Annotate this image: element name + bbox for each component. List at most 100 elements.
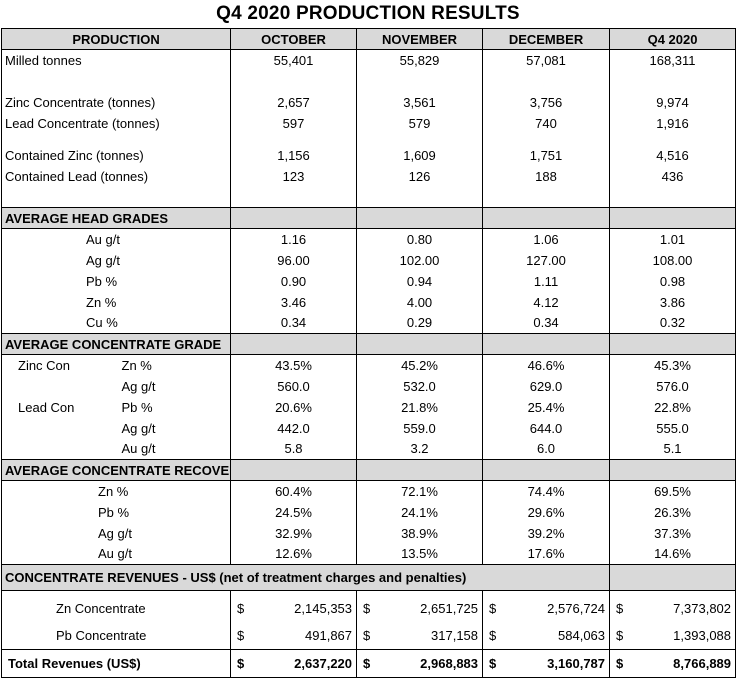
section-header: AVERAGE CONCENTRATE GRADE — [0, 333, 736, 355]
money-value: $1,393,088 — [616, 628, 731, 643]
table-row: Contained Lead (tonnes) 123 126 188 436 — [0, 165, 736, 187]
value-cell: $2,637,220 — [230, 649, 357, 678]
value-cell: 1.16 — [230, 228, 357, 250]
table-cell — [1, 438, 116, 460]
value-cell: 37.3% — [609, 522, 736, 544]
column-header: PRODUCTION — [0, 28, 231, 50]
column-header: Q4 2020 — [609, 28, 736, 50]
table-cell — [609, 333, 736, 355]
value-cell: 3,561 — [356, 91, 483, 113]
value-cell: 74.4% — [482, 480, 610, 502]
table-cell — [356, 186, 483, 208]
table-row: Pb Concentrate $491,867 $317,158 $584,063 $1… — [0, 621, 736, 649]
value-cell: 3.2 — [356, 438, 483, 460]
value-cell: 45.3% — [609, 354, 736, 376]
amount: 2,968,883 — [420, 656, 479, 671]
value-cell: 69.5% — [609, 480, 736, 502]
table-cell — [609, 186, 736, 208]
amount: 3,160,787 — [547, 656, 606, 671]
table-row: Ag g/t 96.00 102.00 127.00 108.00 — [0, 249, 736, 271]
value-cell: 55,401 — [230, 49, 357, 71]
table-cell — [356, 70, 483, 92]
row-label: Contained Lead (tonnes) — [0, 165, 231, 187]
row-label: Au g/t — [0, 228, 231, 250]
value-cell: 559.0 — [356, 417, 483, 439]
row-label: Milled tonnes — [0, 49, 231, 71]
table-cell — [482, 133, 610, 145]
row-label: Pb % — [0, 501, 231, 523]
value-cell: 21.8% — [356, 396, 483, 418]
value-cell: 38.9% — [356, 522, 483, 544]
money-value: $2,576,724 — [489, 601, 605, 616]
value-cell: 0.94 — [356, 270, 483, 292]
table-cell — [482, 70, 610, 92]
value-cell: $8,766,889 — [609, 649, 736, 678]
value-cell: 72.1% — [356, 480, 483, 502]
money-value: $491,867 — [237, 628, 352, 643]
value-cell: 126 — [356, 165, 483, 187]
table-row: Lead Concentrate (tonnes) 597 579 740 1,916 — [0, 112, 736, 134]
table-cell — [356, 207, 483, 229]
amount: 8,766,889 — [673, 656, 732, 671]
value-cell: 4.12 — [482, 291, 610, 313]
value-cell: 4.00 — [356, 291, 483, 313]
value-cell: 629.0 — [482, 375, 610, 397]
value-cell: 579 — [356, 112, 483, 134]
table-row: Pb % 24.5% 24.1% 29.6% 26.3% — [0, 501, 736, 523]
section-header: AVERAGE HEAD GRADES — [0, 207, 736, 229]
value-cell: 22.8% — [609, 396, 736, 418]
value-cell: 1.06 — [482, 228, 610, 250]
currency-symbol: $ — [489, 600, 497, 616]
row-label: Zn Concentrate — [0, 594, 231, 622]
value-cell: $2,651,725 — [356, 594, 483, 622]
table-cell — [482, 564, 610, 591]
table-cell — [0, 70, 231, 92]
money-value: $7,373,802 — [616, 601, 731, 616]
currency-symbol: $ — [237, 600, 245, 616]
column-header: OCTOBER — [230, 28, 357, 50]
value-cell: 168,311 — [609, 49, 736, 71]
currency-symbol: $ — [489, 656, 497, 671]
table-cell — [356, 459, 483, 481]
value-cell: $7,373,802 — [609, 594, 736, 622]
row-label: Pb Concentrate — [0, 621, 231, 649]
table-cell — [482, 459, 610, 481]
money-value: $3,160,787 — [489, 656, 605, 671]
table-cell — [0, 186, 231, 208]
row-label: Zn % — [121, 357, 152, 373]
value-cell: 102.00 — [356, 249, 483, 271]
amount: 1,393,088 — [673, 627, 732, 643]
money-value: $2,968,883 — [363, 656, 478, 671]
spacer-row — [0, 186, 736, 208]
column-header: DECEMBER — [482, 28, 610, 50]
value-cell: 96.00 — [230, 249, 357, 271]
row-label: Cu % — [0, 312, 231, 334]
section-header: CONCENTRATE REVENUES - US$ (net of treat… — [0, 564, 736, 591]
row-label: Contained Zinc (tonnes) — [0, 144, 231, 166]
currency-symbol: $ — [363, 600, 371, 616]
row-label: Zn % — [0, 480, 231, 502]
value-cell: $584,063 — [482, 621, 610, 649]
table-cell — [482, 333, 610, 355]
value-cell: 442.0 — [230, 417, 357, 439]
spacer-row — [0, 133, 736, 145]
value-cell: 46.6% — [482, 354, 610, 376]
money-value: $2,651,725 — [363, 601, 478, 616]
value-cell: 644.0 — [482, 417, 610, 439]
table-row: Cu % 0.34 0.29 0.34 0.32 — [0, 312, 736, 334]
value-cell: $317,158 — [356, 621, 483, 649]
table-row: Zinc Con Zn % 43.5% 45.2% 46.6% 45.3% — [1, 354, 736, 376]
value-cell: 24.1% — [356, 501, 483, 523]
table-row: Zn % 60.4% 72.1% 74.4% 69.5% — [0, 480, 736, 502]
row-label: Ag g/t — [0, 249, 231, 271]
table-row: Ag g/t 560.0 532.0 629.0 576.0 — [1, 375, 736, 397]
amount: 2,576,724 — [547, 600, 606, 616]
value-cell: 1,156 — [230, 144, 357, 166]
value-cell: 1.11 — [482, 270, 610, 292]
value-cell: 60.4% — [230, 480, 357, 502]
amount: 584,063 — [558, 627, 606, 643]
currency-symbol: $ — [237, 656, 245, 671]
value-cell: 20.6% — [230, 396, 357, 418]
value-cell: 188 — [482, 165, 610, 187]
amount: 2,637,220 — [294, 656, 353, 671]
